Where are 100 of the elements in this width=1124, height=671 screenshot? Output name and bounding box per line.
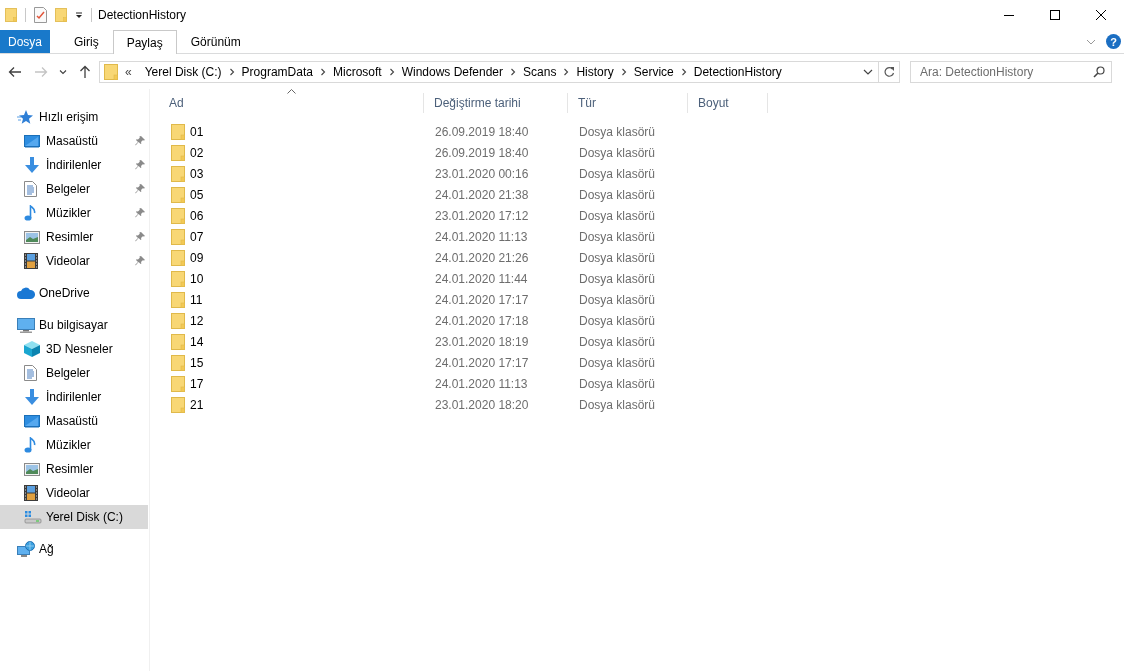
- file-name[interactable]: 15: [190, 355, 204, 370]
- pin-icon[interactable]: [135, 256, 145, 266]
- folder-icon: [171, 249, 185, 266]
- address-bar[interactable]: « Yerel Disk (C:) ProgramData Microsoft Windows Defender Scans History Service DetectionHistory: [99, 61, 879, 83]
- file-name[interactable]: 06: [190, 208, 204, 223]
- refresh-button[interactable]: [879, 61, 900, 83]
- date-cell: 24.01.2020 11:13: [435, 376, 528, 391]
- folder-icon: [171, 207, 185, 224]
- date-cell: 24.01.2020 17:17: [435, 292, 529, 307]
- help-button[interactable]: ?: [1106, 34, 1121, 49]
- nav-item[interactable]: Resimler: [0, 457, 148, 481]
- nav-item[interactable]: Ağ: [0, 537, 148, 561]
- column-header[interactable]: Tür: [568, 93, 688, 113]
- properties-icon[interactable]: [34, 7, 47, 23]
- type-cell: Dosya klasörü: [579, 376, 656, 391]
- file-name[interactable]: 17: [190, 376, 204, 391]
- ribbon-tab[interactable]: Görünüm: [176, 30, 255, 53]
- folder-icon: [171, 312, 185, 329]
- nav-item[interactable]: Videolar: [0, 249, 148, 273]
- date-cell: 23.01.2020 18:19: [435, 334, 529, 349]
- picture-icon: [24, 230, 40, 244]
- nav-item[interactable]: Masaüstü: [0, 129, 148, 153]
- file-name[interactable]: 10: [190, 271, 204, 286]
- music-note-icon: [24, 437, 36, 453]
- nav-item[interactable]: İndirilenler: [0, 153, 148, 177]
- type-cell: Dosya klasörü: [579, 397, 656, 412]
- pin-icon[interactable]: [135, 136, 145, 146]
- folder-icon: [171, 144, 185, 161]
- nav-item[interactable]: Videolar: [0, 481, 148, 505]
- breadcrumb[interactable]: Microsoft: [325, 65, 389, 79]
- date-cell: 23.01.2020 17:12: [435, 208, 529, 223]
- nav-item[interactable]: Müzikler: [0, 433, 148, 457]
- nav-item[interactable]: Resimler: [0, 225, 148, 249]
- breadcrumb[interactable]: Windows Defender: [394, 65, 511, 79]
- nav-item[interactable]: OneDrive: [0, 281, 148, 305]
- file-name[interactable]: 12: [190, 313, 204, 328]
- ribbon-tab[interactable]: Giriş: [60, 30, 113, 53]
- type-cell: Dosya klasörü: [579, 250, 656, 265]
- nav-item[interactable]: Belgeler: [0, 177, 148, 201]
- type-cell: Dosya klasörü: [579, 271, 656, 286]
- breadcrumb[interactable]: Scans: [516, 65, 564, 79]
- pin-icon[interactable]: [135, 208, 145, 218]
- nav-item[interactable]: Bu bilgisayar: [0, 313, 148, 337]
- screen-icon: [24, 134, 40, 148]
- date-cell: 24.01.2020 21:38: [435, 187, 529, 202]
- nav-item[interactable]: Belgeler: [0, 361, 148, 385]
- type-cell: Dosya klasörü: [579, 145, 656, 160]
- file-name[interactable]: 01: [190, 124, 204, 139]
- pin-icon[interactable]: [135, 184, 145, 194]
- nav-item[interactable]: İndirilenler: [0, 385, 148, 409]
- nav-item[interactable]: Masaüstü: [0, 409, 148, 433]
- arrow-icon: [8, 65, 22, 79]
- star-icon: [17, 109, 33, 125]
- overflow-button[interactable]: «: [125, 65, 132, 79]
- folder-icon: [171, 165, 185, 182]
- type-cell: Dosya klasörü: [579, 355, 656, 370]
- file-name[interactable]: 11: [190, 292, 203, 307]
- date-cell: 26.09.2019 18:40: [435, 124, 529, 139]
- type-cell: Dosya klasörü: [579, 229, 656, 244]
- file-tab[interactable]: Dosya: [0, 30, 50, 53]
- breadcrumb[interactable]: ProgramData: [234, 65, 320, 79]
- search-field[interactable]: Ara: DetectionHistory: [910, 61, 1112, 83]
- nav-item[interactable]: Yerel Disk (C:): [0, 505, 148, 529]
- nav-item[interactable]: Hızlı erişim: [0, 105, 148, 129]
- arrow-icon: [78, 65, 92, 79]
- screen-icon: [24, 414, 40, 428]
- pin-icon[interactable]: [135, 160, 145, 170]
- breadcrumb[interactable]: Service: [626, 65, 681, 79]
- file-name[interactable]: 09: [190, 250, 204, 265]
- file-name[interactable]: 21: [190, 397, 204, 412]
- breadcrumb[interactable]: Yerel Disk (C:): [137, 65, 229, 79]
- date-cell: 23.01.2020 00:16: [435, 166, 529, 181]
- file-name[interactable]: 07: [190, 229, 204, 244]
- caret-icon[interactable]: [75, 11, 83, 19]
- folder-icon: [171, 270, 185, 287]
- folder-icon: [171, 186, 185, 203]
- column-header[interactable]: Değiştirme tarihi: [424, 93, 568, 113]
- film-icon: [24, 485, 38, 501]
- document-icon: [24, 365, 37, 381]
- file-name[interactable]: 03: [190, 166, 204, 181]
- pin-icon[interactable]: [135, 232, 145, 242]
- type-cell: Dosya klasörü: [579, 166, 656, 181]
- nav-item[interactable]: Müzikler: [0, 201, 148, 225]
- type-cell: Dosya klasörü: [579, 292, 656, 307]
- breadcrumb[interactable]: History: [569, 65, 621, 79]
- chevron-icon: [563, 68, 570, 76]
- folder-icon[interactable]: [55, 7, 67, 23]
- chevron-down-icon[interactable]: [863, 69, 873, 75]
- chevron-icon: [680, 68, 687, 76]
- type-cell: Dosya klasörü: [579, 208, 656, 223]
- nav-item[interactable]: 3D Nesneler: [0, 337, 148, 361]
- file-name[interactable]: 14: [190, 334, 204, 349]
- file-name[interactable]: 02: [190, 145, 204, 160]
- column-header[interactable]: Boyut: [688, 93, 768, 113]
- type-cell: Dosya klasörü: [579, 187, 656, 202]
- breadcrumb[interactable]: DetectionHistory: [686, 65, 789, 79]
- cloud-icon: [17, 287, 35, 299]
- file-name[interactable]: 05: [190, 187, 204, 202]
- ribbon-tab[interactable]: Paylaş: [112, 30, 177, 54]
- down-arrow-icon: [24, 157, 40, 173]
